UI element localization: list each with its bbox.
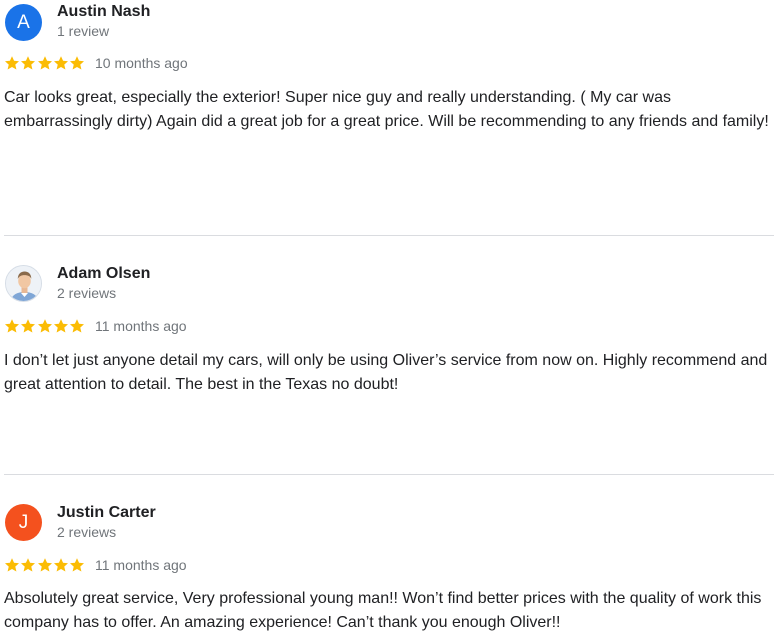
star-rating [4,318,85,334]
star-icon [20,55,36,71]
star-icon [4,318,20,334]
star-icon [53,557,69,573]
star-rating [4,55,85,71]
star-icon [53,55,69,71]
star-icon [4,557,20,573]
profile-photo-icon[interactable] [5,265,42,302]
star-icon [69,55,85,71]
avatar[interactable]: A [5,4,42,41]
star-icon [37,557,53,573]
review-time: 11 months ago [95,557,187,573]
review-count: 2 reviews [57,285,117,301]
reviewer-name[interactable]: Adam Olsen [57,265,150,283]
avatar-letter: A [17,12,30,33]
star-icon [69,557,85,573]
reviewer-name[interactable]: Austin Nash [57,3,150,21]
review-count: 1 review [57,23,110,39]
review-time: 11 months ago [95,318,187,334]
review-text: Car looks great, especially the exterior… [4,89,769,130]
reviewer-name[interactable]: Justin Carter [57,504,156,522]
review-text: Absolutely great service, Very professio… [4,590,762,631]
star-icon [53,318,69,334]
star-icon [20,557,36,573]
star-icon [37,55,53,71]
profile-photo-icon [6,266,41,301]
review-count: 2 reviews [57,524,117,540]
star-icon [4,55,20,71]
review-time: 10 months ago [95,55,188,71]
star-icon [69,318,85,334]
review-divider [4,235,774,236]
star-icon [20,318,36,334]
review-text: I don’t let just anyone detail my cars, … [4,352,768,393]
avatar[interactable]: J [5,504,42,541]
avatar-letter: J [18,512,29,533]
star-icon [37,318,53,334]
star-rating [4,557,85,573]
review-divider [4,474,774,475]
